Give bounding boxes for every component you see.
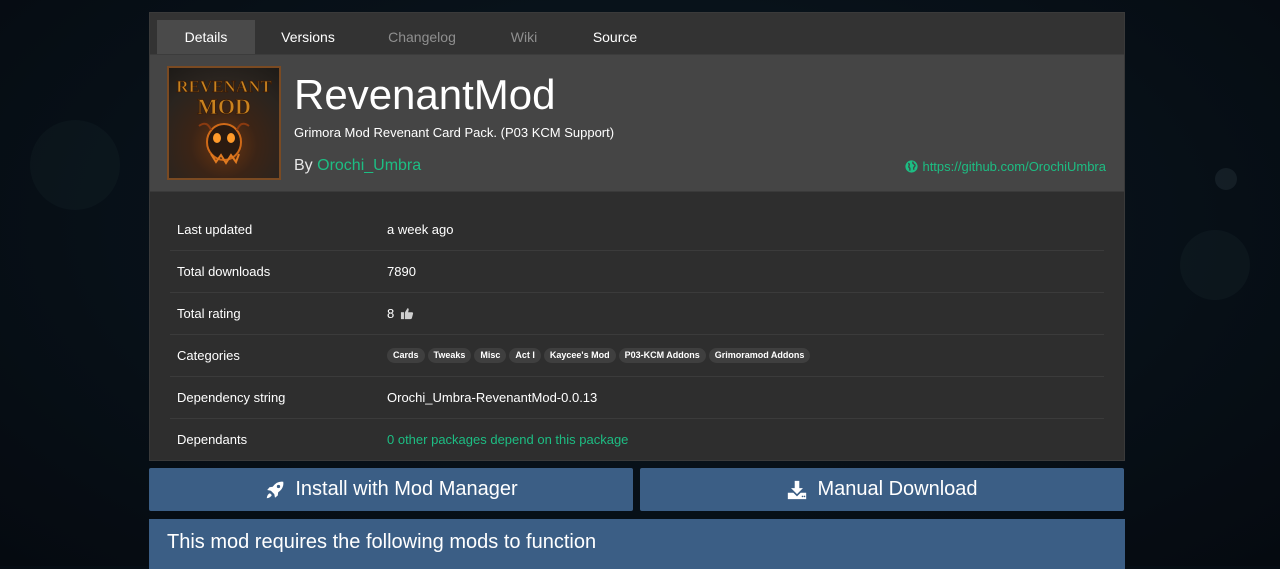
tab-versions[interactable]: Versions	[255, 20, 361, 54]
svg-text:MOD: MOD	[197, 94, 251, 119]
category-tag[interactable]: Act I	[509, 348, 541, 363]
author-prefix: By	[294, 157, 318, 174]
website-url: https://github.com/OrochiUmbra	[922, 159, 1106, 174]
tab-wiki[interactable]: Wiki	[483, 20, 565, 54]
download-icon	[788, 480, 807, 499]
package-title: RevenantMod	[294, 71, 556, 118]
category-tag[interactable]: Kaycee's Mod	[543, 348, 616, 363]
website-link[interactable]: https://github.com/OrochiUmbra	[905, 159, 1106, 174]
last-updated-label: Last updated	[177, 222, 253, 237]
dependency-string-label: Dependency string	[177, 390, 286, 405]
background-speck	[30, 120, 120, 210]
row-dependency-string: Dependency string Orochi_Umbra-RevenantM…	[170, 377, 1104, 419]
globe-icon	[905, 160, 919, 173]
total-rating-label: Total rating	[177, 306, 241, 321]
rocket-icon	[267, 481, 284, 498]
last-updated-value: a week ago	[387, 222, 454, 237]
package-author: By Orochi_Umbra	[294, 157, 421, 175]
row-total-downloads: Total downloads 7890	[170, 251, 1104, 293]
thumbs-up-icon[interactable]	[400, 307, 414, 320]
category-tag[interactable]: P03-KCM Addons	[618, 348, 706, 363]
categories-list: Cards Tweaks Misc Act I Kaycee's Mod P03…	[387, 348, 1104, 363]
dependants-link[interactable]: 0 other packages depend on this package	[387, 432, 1104, 447]
package-header: REVENANT MOD RevenantMod Grimora Mod Rev…	[150, 55, 1124, 192]
package-description: Grimora Mod Revenant Card Pack. (P03 KCM…	[294, 125, 615, 140]
total-downloads-value: 7890	[387, 264, 416, 279]
row-total-rating: Total rating 8	[170, 293, 1104, 335]
dependency-string-value[interactable]: Orochi_Umbra-RevenantMod-0.0.13	[387, 390, 1104, 405]
tab-changelog[interactable]: Changelog	[361, 20, 483, 54]
dependencies-panel-header: This mod requires the following mods to …	[149, 519, 1125, 569]
mod-icon: REVENANT MOD	[167, 66, 281, 180]
category-tag[interactable]: Tweaks	[427, 348, 472, 363]
category-tag[interactable]: Misc	[474, 348, 507, 363]
categories-label: Categories	[177, 348, 240, 363]
background-speck	[1180, 230, 1250, 300]
install-mod-manager-button[interactable]: Install with Mod Manager	[149, 468, 633, 511]
author-link[interactable]: Orochi_Umbra	[317, 157, 421, 174]
manual-download-button[interactable]: Manual Download	[640, 468, 1124, 511]
package-card: Details Versions Changelog Wiki Source R…	[149, 12, 1125, 461]
category-tag[interactable]: Cards	[387, 348, 425, 363]
total-rating-cell: 8	[387, 306, 1104, 321]
background-speck	[1215, 168, 1237, 190]
install-button-label: Install with Mod Manager	[295, 478, 518, 500]
total-downloads-label: Total downloads	[177, 264, 271, 279]
tab-source[interactable]: Source	[565, 20, 665, 54]
details-table: Last updated a week ago Total downloads …	[150, 192, 1124, 460]
tab-bar: Details Versions Changelog Wiki Source	[150, 13, 1124, 55]
mod-icon-image: REVENANT MOD	[176, 77, 273, 165]
total-rating-value: 8	[387, 306, 395, 321]
row-dependants: Dependants 0 other packages depend on th…	[170, 419, 1104, 460]
row-last-updated: Last updated a week ago	[170, 209, 1104, 251]
tab-details[interactable]: Details	[157, 20, 255, 54]
dependants-label: Dependants	[177, 432, 248, 447]
row-categories: Categories Cards Tweaks Misc Act I Kayce…	[170, 335, 1104, 377]
category-tag[interactable]: Grimoramod Addons	[708, 348, 811, 363]
download-button-label: Manual Download	[817, 478, 978, 500]
